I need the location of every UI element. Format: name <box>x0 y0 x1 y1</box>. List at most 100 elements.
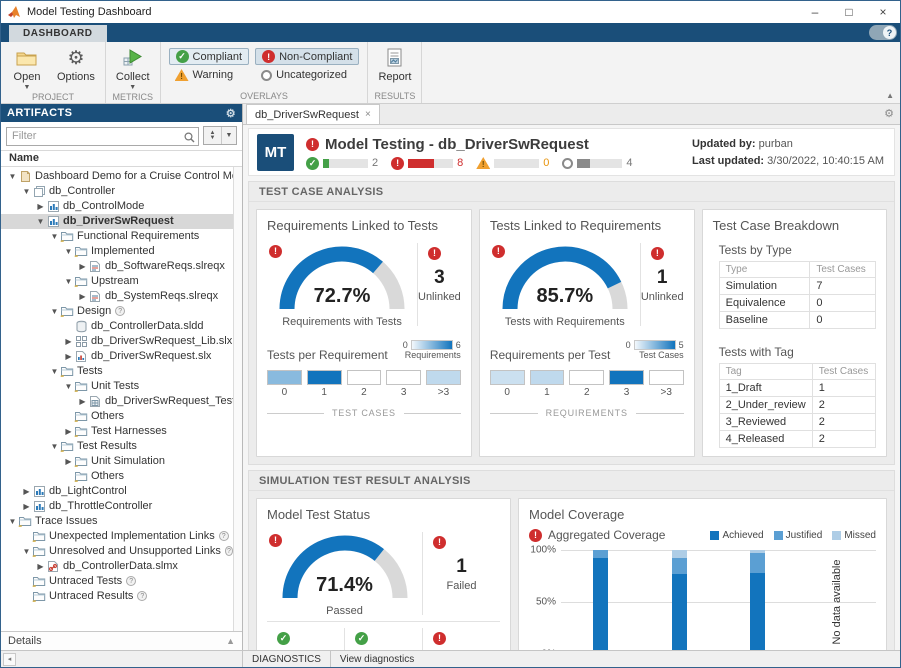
tree-row[interactable]: ▼db_DriverSwRequest <box>1 214 233 229</box>
tree-expanded-icon[interactable]: ▼ <box>49 307 60 316</box>
tree-row[interactable]: ▼Test Results <box>1 439 233 454</box>
warning-toggle[interactable]: ! Warning <box>169 68 250 82</box>
tree-expanded-icon[interactable]: ▼ <box>21 547 32 556</box>
tree-expanded-icon[interactable]: ▼ <box>21 187 32 196</box>
tree-expanded-icon[interactable]: ▼ <box>7 172 18 181</box>
heatstrip-cell[interactable] <box>267 370 302 385</box>
tab-dashboard[interactable]: DASHBOARD <box>9 25 107 42</box>
non-compliant-toggle[interactable]: ! Non-Compliant <box>255 48 359 65</box>
tree-collapsed-icon[interactable]: ▶ <box>63 352 74 361</box>
report-button[interactable]: Report <box>372 44 417 83</box>
details-bar[interactable]: Details ▲ <box>1 631 242 650</box>
coverage-column-execution[interactable] <box>561 550 640 650</box>
coverage-column-decision[interactable] <box>640 550 719 650</box>
help-button[interactable]: ? <box>869 25 897 40</box>
tree-row[interactable]: ▶db_SystemReqs.slreqx <box>1 289 233 304</box>
tree-row[interactable]: ▼Tests <box>1 364 233 379</box>
table-row[interactable]: 4_Released2 <box>719 431 875 448</box>
sort-button[interactable]: ▲▼ ▼ <box>203 126 237 145</box>
tree-collapsed-icon[interactable]: ▶ <box>35 202 46 211</box>
heatstrip-cell[interactable] <box>347 370 382 385</box>
tree-collapsed-icon[interactable]: ▶ <box>63 427 74 436</box>
scroll-left-icon[interactable]: ◂ <box>3 653 16 666</box>
table-row[interactable]: 3_Reviewed2 <box>719 414 875 431</box>
tree-row[interactable]: Untraced Results? <box>1 589 233 604</box>
heatstrip-cell[interactable] <box>609 370 644 385</box>
filter-input[interactable] <box>6 127 199 146</box>
unlinked-stat[interactable]: !1Unlinked <box>641 241 684 328</box>
help-badge-icon[interactable]: ? <box>115 306 125 316</box>
tree-row[interactable]: Unexpected Implementation Links? <box>1 529 233 544</box>
tree-row[interactable]: ▼db_Controller <box>1 184 233 199</box>
open-button[interactable]: Open ▼ <box>5 44 49 91</box>
stat-inconclusive[interactable]: ✓0Inconclusive <box>267 626 344 650</box>
tree-expanded-icon[interactable]: ▼ <box>49 232 60 241</box>
tree-expanded-icon[interactable]: ▼ <box>7 517 18 526</box>
collapse-ribbon-icon[interactable]: ▲ <box>886 91 894 100</box>
tab-close-icon[interactable]: × <box>365 109 371 120</box>
tab-db-driverswrequest[interactable]: db_DriverSwRequest × <box>246 104 380 124</box>
help-badge-icon[interactable]: ? <box>126 576 136 586</box>
coverage-chart[interactable]: 100%50%0%No data availableExecutionDecis… <box>529 550 876 650</box>
tree-expanded-icon[interactable]: ▼ <box>63 247 74 256</box>
minimize-button[interactable]: – <box>798 1 832 23</box>
tree-row[interactable]: ▼Upstream <box>1 274 233 289</box>
heatstrip-cell[interactable] <box>386 370 421 385</box>
table-header[interactable]: Tag <box>719 364 812 380</box>
tree-row[interactable]: ▼Trace Issues <box>1 514 233 529</box>
tree-collapsed-icon[interactable]: ▶ <box>63 337 74 346</box>
tree-row[interactable]: ▶db_DriverSwRequest_Tests.mldatx <box>1 394 233 409</box>
collect-button[interactable]: Collect ▼ <box>110 44 156 91</box>
requirements-per-test-strip[interactable]: 0123>3 <box>490 370 684 398</box>
tree-expanded-icon[interactable]: ▼ <box>35 217 46 226</box>
table-header[interactable]: Test Cases <box>810 262 876 278</box>
heatstrip-cell[interactable] <box>530 370 565 385</box>
tree-row[interactable]: ▶db_DriverSwRequest_Lib.slx <box>1 334 233 349</box>
heatstrip-cell[interactable] <box>307 370 342 385</box>
tests-gauge[interactable]: 85.7%Tests with Requirements! <box>490 241 640 328</box>
tree-row[interactable]: ▼Implemented <box>1 244 233 259</box>
table-header[interactable]: Type <box>719 262 810 278</box>
tree-hscrollbar[interactable]: ◂ <box>1 651 243 667</box>
heatstrip-cell[interactable] <box>426 370 461 385</box>
table-row[interactable]: 1_Draft1 <box>719 380 875 397</box>
coverage-column-condition[interactable] <box>719 550 798 650</box>
uncategorized-toggle[interactable]: Uncategorized <box>255 68 359 82</box>
tree-collapsed-icon[interactable]: ▶ <box>77 397 88 406</box>
tree-collapsed-icon[interactable]: ▶ <box>21 487 32 496</box>
tree-expanded-icon[interactable]: ▼ <box>63 382 74 391</box>
tree-row[interactable]: ▼Dashboard Demo for a Cruise Control Mod… <box>1 169 233 184</box>
heatstrip-cell[interactable] <box>490 370 525 385</box>
tree-row[interactable]: Untraced Tests? <box>1 574 233 589</box>
tree-row[interactable]: db_ControllerData.sldd <box>1 319 233 334</box>
help-badge-icon[interactable]: ? <box>219 531 229 541</box>
tree-collapsed-icon[interactable]: ▶ <box>77 262 88 271</box>
help-badge-icon[interactable]: ? <box>137 591 147 601</box>
tree-expanded-icon[interactable]: ▼ <box>63 277 74 286</box>
table-row[interactable]: Equivalence0 <box>719 295 875 312</box>
compliant-toggle[interactable]: ✓ Compliant <box>169 48 250 65</box>
tree-row[interactable]: ▶Unit Simulation <box>1 454 233 469</box>
tree-collapsed-icon[interactable]: ▶ <box>21 502 32 511</box>
help-badge-icon[interactable]: ? <box>225 546 233 556</box>
tree-row[interactable]: ▶db_ControllerData.slmx <box>1 559 233 574</box>
tests-by-type-table[interactable]: TypeTest CasesSimulation7Equivalence0Bas… <box>719 261 876 329</box>
panel-gear-icon[interactable]: ⚙ <box>226 107 236 120</box>
tree-scrollbar[interactable] <box>233 167 242 632</box>
unlinked-stat[interactable]: !3Unlinked <box>418 241 461 328</box>
tree-expanded-icon[interactable]: ▼ <box>49 442 60 451</box>
tree-row[interactable]: Others <box>1 469 233 484</box>
tree-row[interactable]: ▶db_SoftwareReqs.slreqx <box>1 259 233 274</box>
tree-row[interactable]: ▶Test Harnesses <box>1 424 233 439</box>
tests-with-tag-table[interactable]: TagTest Cases1_Draft12_Under_review23_Re… <box>719 363 876 448</box>
table-row[interactable]: Simulation7 <box>719 278 875 295</box>
tree-row[interactable]: ▼Functional Requirements <box>1 229 233 244</box>
tree-collapsed-icon[interactable]: ▶ <box>77 292 88 301</box>
tree-collapsed-icon[interactable]: ▶ <box>63 457 74 466</box>
table-header[interactable]: Test Cases <box>812 364 875 380</box>
tree-row[interactable]: ▼Unit Tests <box>1 379 233 394</box>
table-row[interactable]: 2_Under_review2 <box>719 397 875 414</box>
failed-stat[interactable]: !1Failed <box>423 530 500 617</box>
tree-row[interactable]: ▼Design? <box>1 304 233 319</box>
tree-row[interactable]: ▼Unresolved and Unsupported Links? <box>1 544 233 559</box>
